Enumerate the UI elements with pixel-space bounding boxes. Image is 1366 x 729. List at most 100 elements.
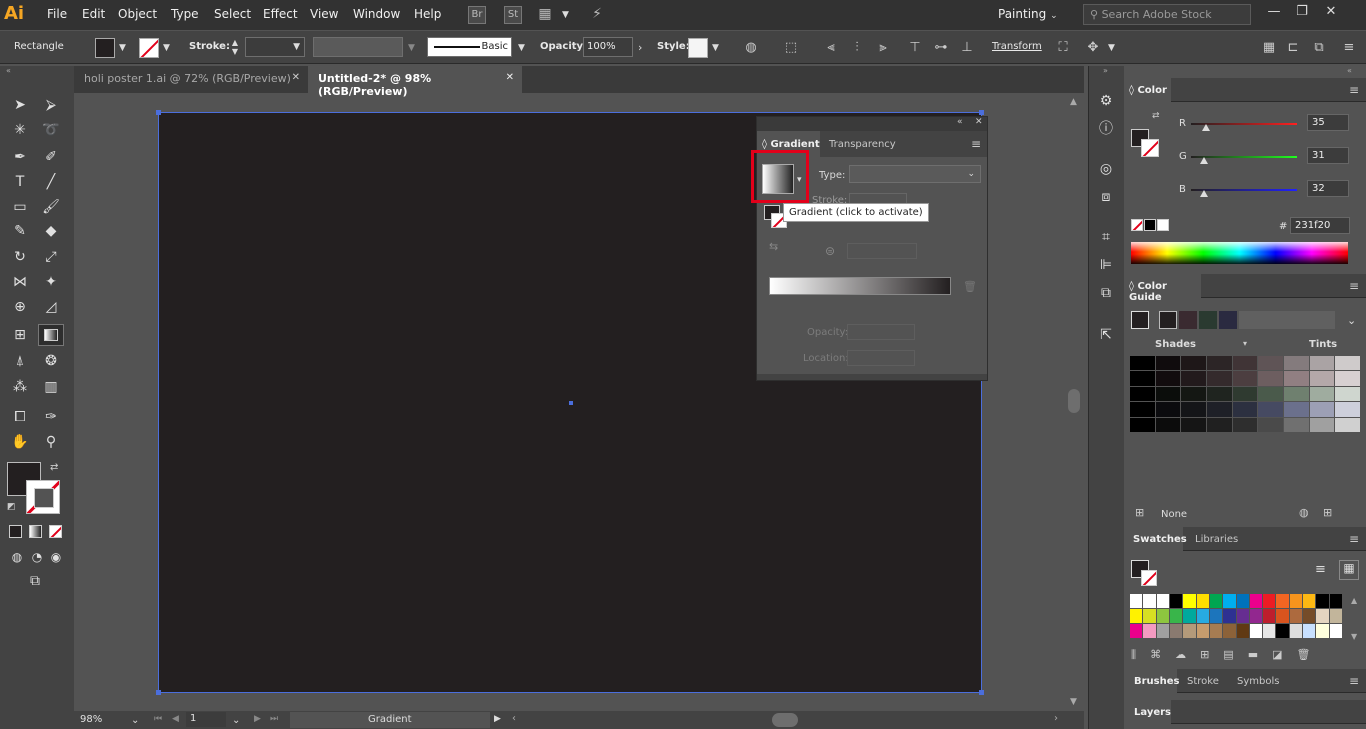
shade-swatch[interactable] — [1335, 402, 1360, 417]
scroll-left-icon[interactable]: ‹ — [512, 713, 516, 724]
collapse-icon[interactable]: « — [1347, 66, 1352, 75]
tab-color-guide[interactable]: ◊ Color Guide — [1125, 274, 1201, 303]
chevron-down-icon[interactable]: ▼ — [562, 10, 569, 20]
gradient-slider[interactable] — [769, 277, 951, 295]
export-icon[interactable]: ⇱ — [1095, 324, 1117, 346]
folder-icon[interactable]: ▬ — [1248, 648, 1272, 661]
swatch[interactable] — [1130, 609, 1143, 623]
shade-swatch[interactable] — [1335, 371, 1360, 386]
swap-fill-stroke-icon[interactable]: ⇄ — [50, 462, 58, 473]
tab-untitled-2[interactable]: Untitled-2* @ 98% (RGB/Preview) ✕ — [308, 66, 522, 98]
r-slider[interactable] — [1191, 123, 1297, 131]
vertical-scrollbar[interactable]: ▲ ▼ — [1066, 93, 1084, 711]
width-tool-icon[interactable]: ⋈ — [9, 271, 31, 293]
gradient-mode-icon[interactable] — [29, 525, 42, 538]
swatch[interactable] — [1183, 609, 1196, 623]
swatch[interactable] — [1236, 609, 1249, 623]
horizontal-scroll-thumb[interactable] — [772, 713, 798, 727]
color-spectrum[interactable] — [1131, 242, 1348, 264]
panel-resize-bar[interactable] — [757, 374, 987, 380]
shade-swatch[interactable] — [1155, 386, 1181, 402]
swatch[interactable] — [1223, 609, 1236, 623]
shade-swatch[interactable] — [1283, 386, 1309, 402]
arrange-icon[interactable]: ▦ — [1260, 39, 1278, 57]
shade-swatch[interactable] — [1258, 356, 1283, 371]
corner-handle[interactable] — [156, 690, 161, 695]
swatch[interactable] — [1249, 609, 1263, 623]
shade-swatch[interactable] — [1130, 386, 1155, 402]
guide-swatches-icon[interactable]: ⊞ — [1135, 506, 1144, 519]
swatch[interactable] — [1169, 624, 1183, 638]
rectangle-tool-icon[interactable]: ▭ — [9, 196, 31, 218]
tab-holi-poster[interactable]: holi poster 1.ai @ 72% (RGB/Preview) ✕ — [74, 66, 308, 93]
tab-color[interactable]: ◊ Color — [1125, 78, 1171, 102]
hand-tool-icon[interactable]: ✋ — [9, 431, 31, 453]
brush-definition[interactable]: Basic — [427, 37, 512, 57]
artboard-number-input[interactable]: 1 — [186, 712, 226, 727]
collapse-icon[interactable]: « — [6, 66, 11, 75]
shade-swatch[interactable] — [1181, 371, 1206, 386]
pathfinder-icon[interactable]: ⧉ — [1310, 39, 1328, 57]
stroke-weight-dropdown[interactable]: ▼ — [245, 37, 305, 57]
swatch[interactable] — [1130, 624, 1143, 638]
eraser-tool-icon[interactable]: ◆ — [40, 220, 62, 242]
b-value-input[interactable]: 32 — [1307, 180, 1349, 197]
panel-menu-icon[interactable]: ≡ — [971, 137, 981, 151]
tab-stroke[interactable]: Stroke — [1187, 676, 1219, 687]
chevron-down-icon[interactable]: ⌄ — [1347, 314, 1356, 327]
align-bottom-icon[interactable]: ⊥ — [958, 39, 976, 57]
swatch[interactable] — [1209, 594, 1223, 608]
r-slider-knob[interactable] — [1201, 124, 1210, 131]
menu-help[interactable]: Help — [414, 7, 441, 21]
swatch[interactable] — [1303, 609, 1316, 623]
first-artboard-icon[interactable]: ⏮ — [154, 714, 162, 724]
scroll-down-icon[interactable]: ▼ — [1070, 697, 1077, 707]
shade-swatch[interactable] — [1181, 417, 1206, 432]
shade-swatch[interactable] — [1258, 402, 1283, 417]
swatch[interactable] — [1236, 624, 1249, 638]
shade-swatch[interactable] — [1206, 402, 1232, 417]
swatch-options-icon[interactable]: ⊞ — [1200, 648, 1223, 661]
rotate-tool-icon[interactable]: ↻ — [9, 246, 31, 268]
puppet-warp-icon[interactable]: ✥ — [1084, 39, 1102, 57]
g-slider-knob[interactable] — [1199, 157, 1208, 164]
draw-inside-icon[interactable]: ◉ — [45, 546, 67, 568]
shade-swatch[interactable] — [1309, 417, 1335, 432]
swatch[interactable] — [1329, 609, 1342, 623]
center-point-handle[interactable] — [569, 401, 573, 405]
scroll-down-icon[interactable]: ▼ — [1351, 632, 1357, 641]
shade-swatch[interactable] — [1309, 402, 1335, 417]
isolation-mode-icon[interactable]: ⊏ — [1284, 39, 1302, 57]
menu-type[interactable]: Type — [171, 7, 199, 21]
shade-swatch[interactable] — [1283, 402, 1309, 417]
harmony-swatch[interactable] — [1179, 311, 1197, 329]
shade-swatch[interactable] — [1181, 402, 1206, 417]
chevron-down-icon[interactable]: ▼ — [163, 43, 170, 53]
menu-view[interactable]: View — [310, 7, 338, 21]
paintbrush-tool-icon[interactable]: 🖌 — [40, 196, 62, 218]
opacity-input[interactable]: 100% — [583, 37, 633, 57]
menu-object[interactable]: Object — [118, 7, 157, 21]
collapse-icon[interactable]: » — [1103, 66, 1108, 75]
gradient-tool-icon[interactable] — [38, 324, 64, 346]
stock-icon[interactable]: St — [504, 6, 522, 24]
g-slider[interactable] — [1191, 156, 1297, 164]
curvature-tool-icon[interactable]: ✐ — [40, 146, 62, 168]
swatch[interactable] — [1209, 624, 1223, 638]
align-top-icon[interactable]: ⊤ — [906, 39, 924, 57]
swatch-stroke[interactable] — [1141, 570, 1157, 586]
grid-view-icon[interactable]: ▦ — [1339, 560, 1359, 580]
shade-swatch[interactable] — [1130, 356, 1155, 371]
restore-button[interactable]: ❐ — [1291, 4, 1313, 24]
appearance-icon[interactable]: ⚙ — [1095, 90, 1117, 112]
tab-transparency[interactable]: Transparency — [829, 139, 896, 150]
harmony-swatch[interactable] — [1159, 311, 1177, 329]
swatch[interactable] — [1196, 624, 1209, 638]
shade-swatch[interactable] — [1335, 356, 1360, 371]
slice-tool-icon[interactable]: ✑ — [40, 406, 62, 428]
swatch[interactable] — [1169, 609, 1183, 623]
shade-swatch[interactable] — [1155, 402, 1181, 417]
graphic-styles-icon[interactable]: ◎ — [1095, 158, 1117, 180]
shade-swatch[interactable] — [1206, 386, 1232, 402]
shaper-tool-icon[interactable]: ✎ — [9, 220, 31, 242]
